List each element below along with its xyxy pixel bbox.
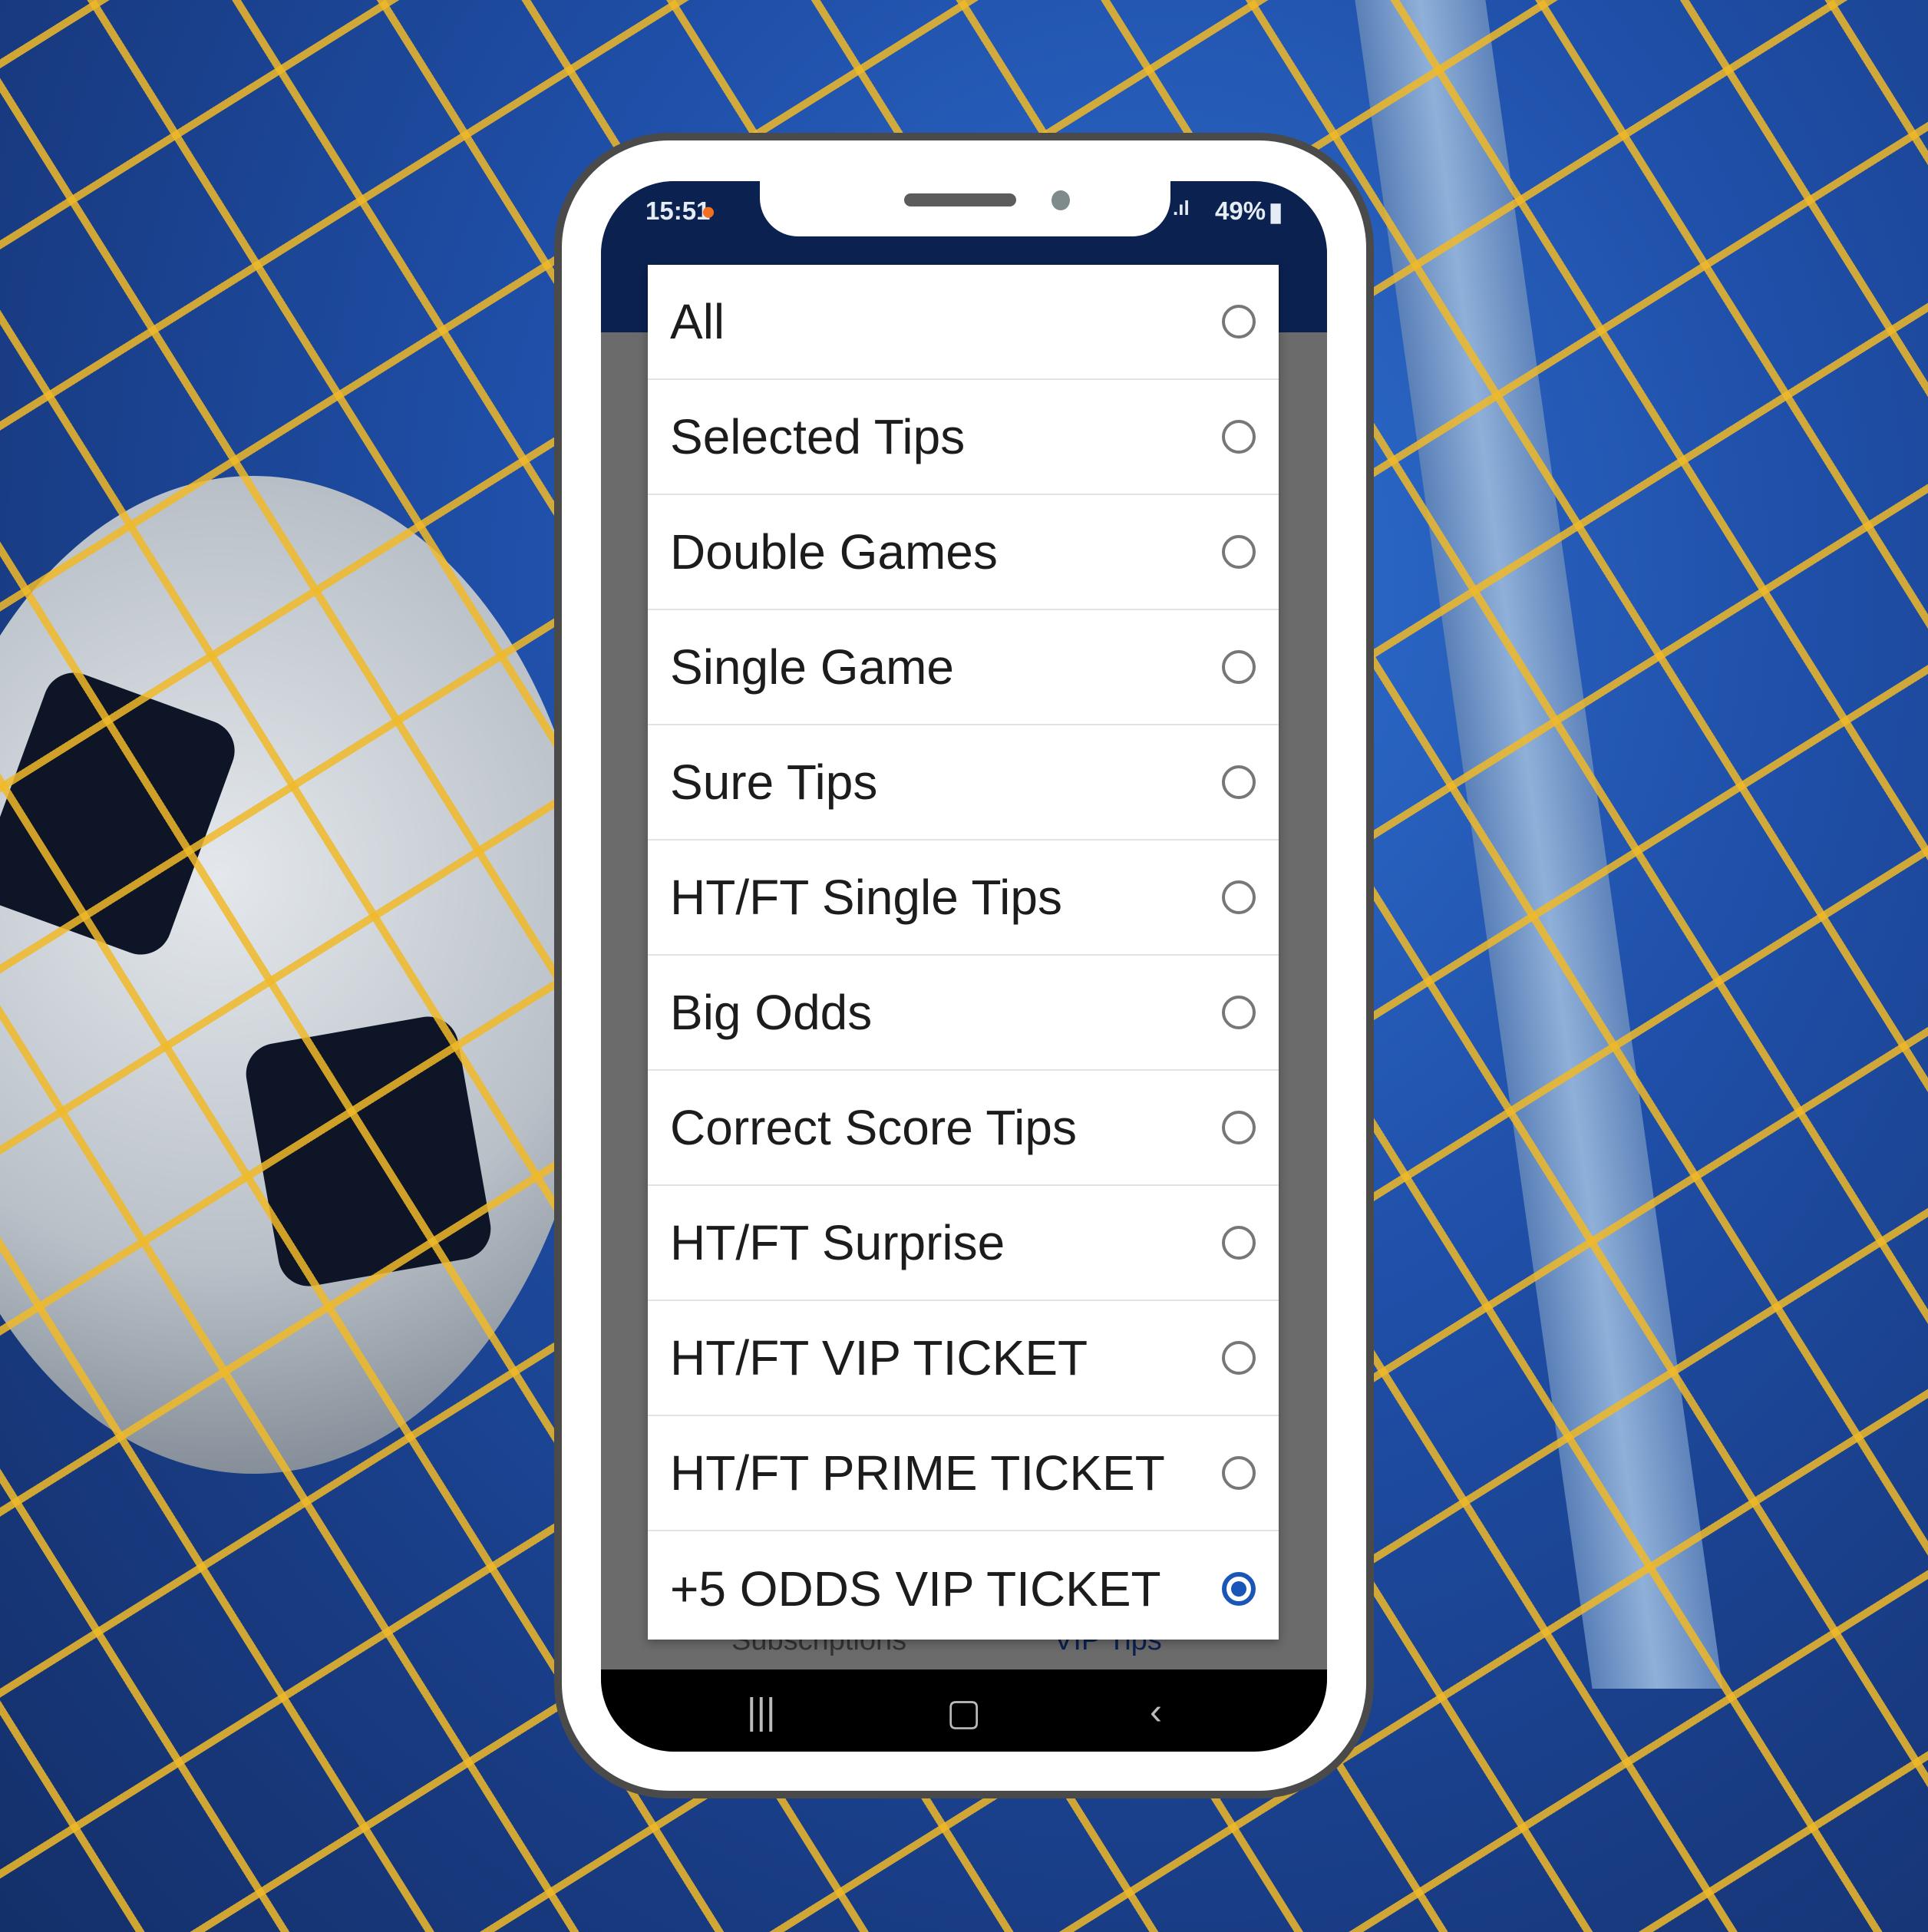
filter-option-label: All <box>670 294 725 349</box>
camera-icon <box>1051 190 1070 210</box>
filter-option-label: HT/FT Surprise <box>670 1215 1005 1270</box>
filter-option-label: HT/FT PRIME TICKET <box>670 1445 1165 1501</box>
filter-option[interactable]: Double Games <box>648 495 1279 610</box>
filter-option[interactable]: Correct Score Tips <box>648 1071 1279 1186</box>
filter-option[interactable]: All <box>648 265 1279 380</box>
recents-icon[interactable]: ||| <box>747 1691 775 1733</box>
radio-button-icon[interactable] <box>1222 420 1256 454</box>
radio-button-icon[interactable] <box>1222 535 1256 569</box>
notification-icon: ● <box>701 197 716 225</box>
battery-percent: 49% <box>1215 197 1266 225</box>
filter-option[interactable]: HT/FT VIP TICKET <box>648 1301 1279 1416</box>
filter-option[interactable]: HT/FT Single Tips <box>648 841 1279 956</box>
filter-option[interactable]: Sure Tips <box>648 725 1279 841</box>
filter-option[interactable]: Single Game <box>648 610 1279 725</box>
home-icon[interactable]: ▢ <box>946 1691 981 1734</box>
filter-option-label: +5 ODDS VIP TICKET <box>670 1561 1161 1617</box>
speaker-icon <box>904 193 1016 206</box>
system-nav-bar: ||| ▢ ‹ <box>601 1669 1327 1752</box>
filter-option-label: Big Odds <box>670 985 873 1040</box>
radio-button-icon[interactable] <box>1222 1572 1256 1606</box>
filter-option-label: Sure Tips <box>670 755 878 810</box>
filter-option[interactable]: HT/FT Surprise <box>648 1186 1279 1301</box>
filter-option[interactable]: Selected Tips <box>648 380 1279 495</box>
filter-dropdown: All Selected Tips Double Games Single Game S… <box>648 265 1279 1640</box>
radio-button-icon[interactable] <box>1222 1456 1256 1490</box>
filter-option-label: Correct Score Tips <box>670 1100 1077 1155</box>
battery-icon: ▮ <box>1269 197 1283 226</box>
radio-button-icon[interactable] <box>1222 1111 1256 1144</box>
radio-button-icon[interactable] <box>1222 1226 1256 1260</box>
filter-option[interactable]: Big Odds <box>648 956 1279 1071</box>
filter-option-label: HT/FT Single Tips <box>670 870 1062 925</box>
radio-button-icon[interactable] <box>1222 1341 1256 1375</box>
radio-button-icon[interactable] <box>1222 765 1256 799</box>
filter-option[interactable]: HT/FT PRIME TICKET <box>648 1416 1279 1531</box>
back-icon[interactable]: ‹ <box>1150 1691 1162 1733</box>
radio-button-icon[interactable] <box>1222 880 1256 914</box>
signal-bars-icon: .ıl <box>1173 197 1190 220</box>
radio-button-icon[interactable] <box>1222 650 1256 684</box>
radio-button-icon[interactable] <box>1222 996 1256 1029</box>
radio-button-icon[interactable] <box>1222 305 1256 339</box>
filter-option-label: HT/FT VIP TICKET <box>670 1330 1088 1385</box>
filter-option-label: Single Game <box>670 639 954 695</box>
filter-option-label: Selected Tips <box>670 409 966 464</box>
filter-option-label: Double Games <box>670 524 998 580</box>
filter-option[interactable]: +5 ODDS VIP TICKET <box>648 1531 1279 1646</box>
